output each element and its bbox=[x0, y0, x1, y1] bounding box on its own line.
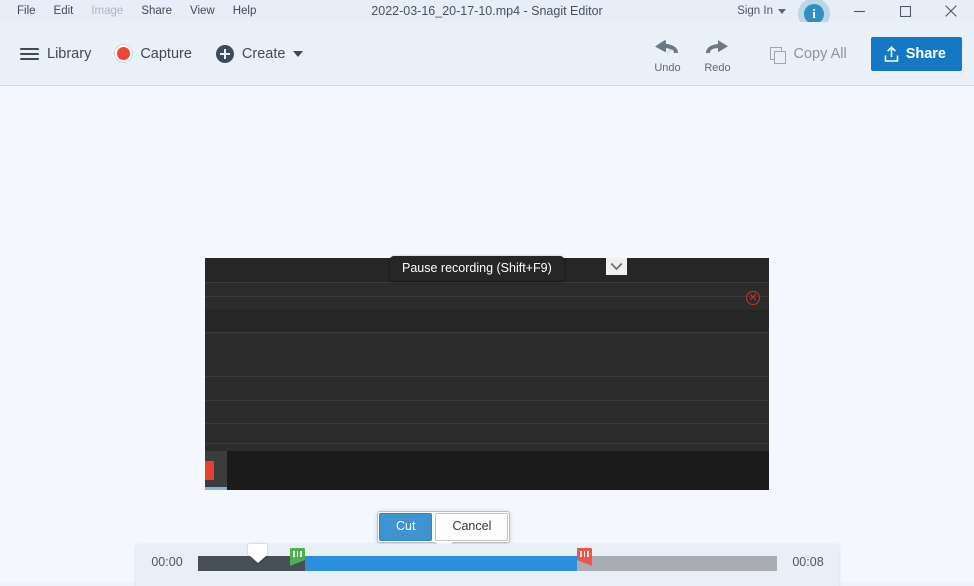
menu-item-file[interactable]: File bbox=[8, 1, 45, 21]
playhead-point bbox=[248, 555, 267, 563]
editor-canvas: ✕ Pause recording (Shift+F9) Cut Cancel … bbox=[0, 86, 974, 586]
selection-start-marker[interactable] bbox=[290, 548, 306, 566]
playhead[interactable] bbox=[248, 544, 268, 563]
playhead-head bbox=[248, 544, 268, 555]
video-close-icon[interactable]: ✕ bbox=[746, 291, 760, 305]
time-start: 00:00 bbox=[151, 555, 183, 569]
create-label: Create bbox=[241, 45, 286, 62]
cut-confirm-popup: Cut Cancel bbox=[377, 511, 511, 551]
info-icon: i bbox=[804, 4, 824, 24]
share-label: Share bbox=[905, 46, 946, 62]
redo-label: Redo bbox=[704, 61, 731, 74]
window-controls: Sign In i bbox=[737, 0, 974, 30]
redo-icon bbox=[706, 39, 729, 53]
video-divider bbox=[205, 282, 769, 283]
marker-grip-icon bbox=[293, 551, 302, 557]
record-icon bbox=[115, 45, 133, 62]
video-collapse-button[interactable] bbox=[606, 258, 627, 275]
hamburger-icon bbox=[20, 47, 39, 60]
timeline-selection[interactable] bbox=[305, 556, 578, 571]
video-taskbar-strip bbox=[205, 487, 227, 490]
close-button[interactable] bbox=[928, 0, 974, 22]
toolbar-left-group: Library Capture Create bbox=[0, 38, 313, 70]
undo-label: Undo bbox=[654, 61, 681, 74]
undo-button[interactable]: Undo bbox=[644, 35, 690, 74]
minimize-icon bbox=[853, 10, 865, 12]
menu-bar: File Edit Image Share View Help bbox=[0, 1, 265, 21]
copy-all-button[interactable]: Copy All bbox=[758, 38, 858, 70]
video-taskbar bbox=[205, 451, 769, 490]
capture-button[interactable]: Capture bbox=[105, 38, 202, 69]
plus-circle-icon bbox=[215, 44, 234, 63]
copy-icon bbox=[770, 46, 787, 64]
pause-recording-tooltip: Pause recording (Shift+F9) bbox=[390, 256, 564, 281]
minimize-button[interactable] bbox=[836, 0, 882, 22]
undo-icon bbox=[655, 39, 679, 57]
sign-in-button[interactable]: Sign In bbox=[737, 5, 786, 17]
close-icon bbox=[945, 5, 957, 17]
time-end: 00:08 bbox=[792, 555, 824, 569]
menu-item-share[interactable]: Share bbox=[132, 1, 181, 21]
sign-in-label: Sign In bbox=[737, 5, 773, 17]
redo-button[interactable]: Redo bbox=[694, 35, 740, 74]
title-bar: File Edit Image Share View Help 2022-03-… bbox=[0, 0, 974, 30]
marker-tail bbox=[577, 560, 593, 566]
video-band bbox=[205, 310, 769, 332]
menu-item-help[interactable]: Help bbox=[224, 1, 266, 21]
copy-all-label: Copy All bbox=[793, 46, 847, 62]
selection-end-marker[interactable] bbox=[577, 548, 593, 566]
chevron-down-icon bbox=[610, 262, 623, 271]
library-button[interactable]: Library bbox=[10, 39, 101, 69]
marker-grip-icon bbox=[580, 551, 590, 557]
timeline-row: 00:00 00:08 bbox=[136, 544, 839, 580]
video-divider bbox=[205, 332, 769, 333]
chevron-down-icon bbox=[778, 8, 786, 14]
video-player-bar: 00:00 00:08 bbox=[136, 544, 839, 586]
video-divider bbox=[205, 443, 769, 444]
menu-item-edit[interactable]: Edit bbox=[45, 1, 83, 21]
toolbar-right-group: Undo Redo Copy All Share bbox=[644, 22, 962, 86]
maximize-icon bbox=[899, 5, 911, 17]
video-preview[interactable]: ✕ bbox=[205, 258, 769, 490]
marker-tail bbox=[290, 560, 306, 566]
library-label: Library bbox=[47, 45, 92, 62]
video-divider bbox=[205, 296, 769, 297]
cancel-button[interactable]: Cancel bbox=[435, 513, 509, 541]
chevron-down-icon bbox=[293, 50, 304, 57]
main-toolbar: Library Capture Create Undo Redo Copy Al… bbox=[0, 22, 974, 86]
menu-item-image: Image bbox=[91, 5, 124, 17]
timeline-track[interactable] bbox=[198, 544, 777, 571]
video-divider bbox=[205, 400, 769, 401]
create-button[interactable]: Create bbox=[206, 38, 314, 70]
capture-label: Capture bbox=[140, 45, 192, 62]
player-controls-row: GIF PNG bbox=[136, 580, 839, 586]
share-upload-icon bbox=[884, 46, 898, 62]
menu-item-view[interactable]: View bbox=[181, 1, 224, 21]
share-button[interactable]: Share bbox=[870, 37, 962, 71]
maximize-button[interactable] bbox=[882, 0, 928, 22]
video-divider bbox=[205, 423, 769, 424]
video-divider bbox=[205, 376, 769, 377]
cut-button[interactable]: Cut bbox=[379, 513, 433, 541]
video-app-icon bbox=[205, 461, 214, 480]
